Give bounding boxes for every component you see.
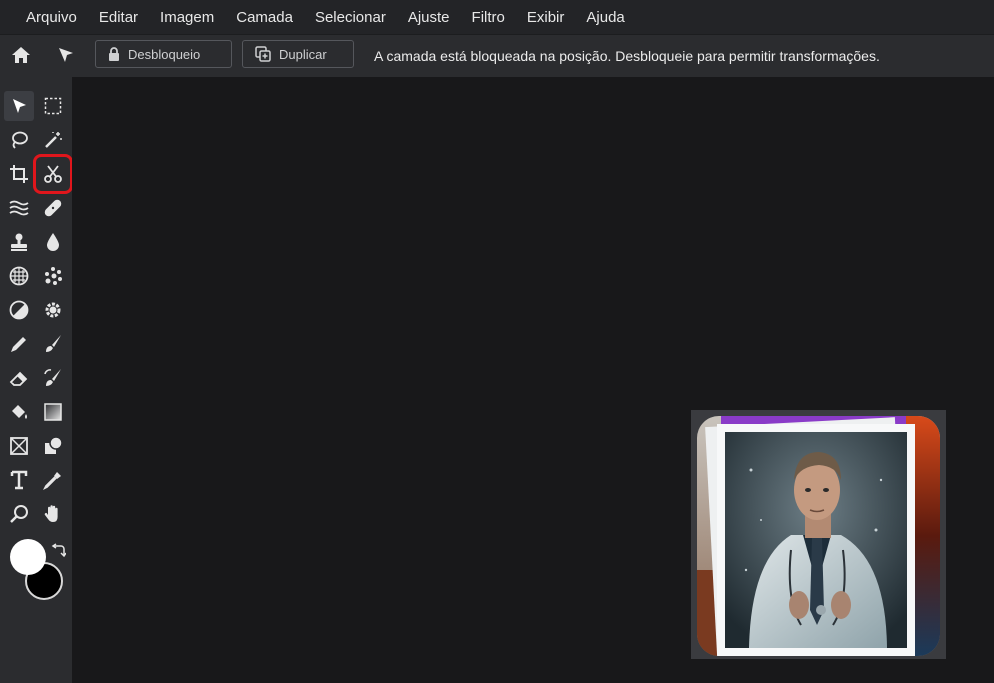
duplicate-label: Duplicar (279, 46, 327, 62)
paint-bucket-icon[interactable] (4, 397, 34, 427)
foreground-color-swatch[interactable] (10, 539, 46, 575)
text-icon[interactable] (4, 465, 34, 495)
hand-icon[interactable] (38, 499, 68, 529)
menu-ajuste[interactable]: Ajuste (397, 9, 461, 26)
swap-colors-icon[interactable] (50, 543, 67, 564)
menu-arquivo[interactable]: Arquivo (0, 9, 88, 26)
scissors-icon[interactable] (33, 154, 73, 194)
marquee-tool-icon[interactable] (38, 91, 68, 121)
brush-icon[interactable] (38, 329, 68, 359)
options-toolbar: Desbloqueio Duplicar A camada está bloqu… (0, 34, 994, 77)
menu-imagem[interactable]: Imagem (149, 9, 225, 26)
home-icon[interactable] (10, 44, 32, 66)
tool-panel (0, 77, 73, 683)
gradient-icon[interactable] (38, 397, 68, 427)
dodge-icon[interactable] (4, 295, 34, 325)
menu-camada[interactable]: Camada (225, 9, 304, 26)
menu-bar: Arquivo Editar Imagem Camada Selecionar … (0, 0, 994, 34)
pattern-grid-icon[interactable] (4, 261, 34, 291)
image-thumbnail (691, 410, 946, 659)
menu-filtro[interactable]: Filtro (461, 9, 516, 26)
duplicate-icon (255, 46, 271, 62)
menu-exibir[interactable]: Exibir (516, 9, 576, 26)
unlock-button[interactable]: Desbloqueio (95, 40, 232, 68)
duplicate-button[interactable]: Duplicar (242, 40, 354, 68)
bandage-icon[interactable] (38, 193, 68, 223)
move-arrow-icon[interactable] (55, 44, 77, 66)
unlock-label: Desbloqueio (128, 46, 201, 62)
eraser-icon[interactable] (4, 363, 34, 393)
lock-status-message: A camada está bloqueada na posição. Desb… (374, 48, 880, 64)
color-replace-brush-icon[interactable] (38, 363, 68, 393)
stamp-icon[interactable] (4, 227, 34, 257)
sponge-gear-icon[interactable] (38, 295, 68, 325)
shapes-icon[interactable] (38, 431, 68, 461)
pencil-icon[interactable] (4, 329, 34, 359)
eyedropper-icon[interactable] (38, 465, 68, 495)
zoom-icon[interactable] (4, 499, 34, 529)
doctor-portrait-image (697, 416, 940, 656)
menu-ajuda[interactable]: Ajuda (575, 9, 635, 26)
menu-editar[interactable]: Editar (88, 9, 149, 26)
menu-selecionar[interactable]: Selecionar (304, 9, 397, 26)
crop-tool-icon[interactable] (4, 159, 34, 189)
liquify-tool-icon[interactable] (4, 193, 34, 223)
magic-wand-tool-icon[interactable] (38, 125, 68, 155)
lasso-tool-icon[interactable] (4, 125, 34, 155)
dots-spot-icon[interactable] (38, 261, 68, 291)
lock-icon (109, 47, 119, 61)
frame-icon[interactable] (4, 431, 34, 461)
move-tool-icon[interactable] (4, 91, 34, 121)
drop-icon[interactable] (38, 227, 68, 257)
